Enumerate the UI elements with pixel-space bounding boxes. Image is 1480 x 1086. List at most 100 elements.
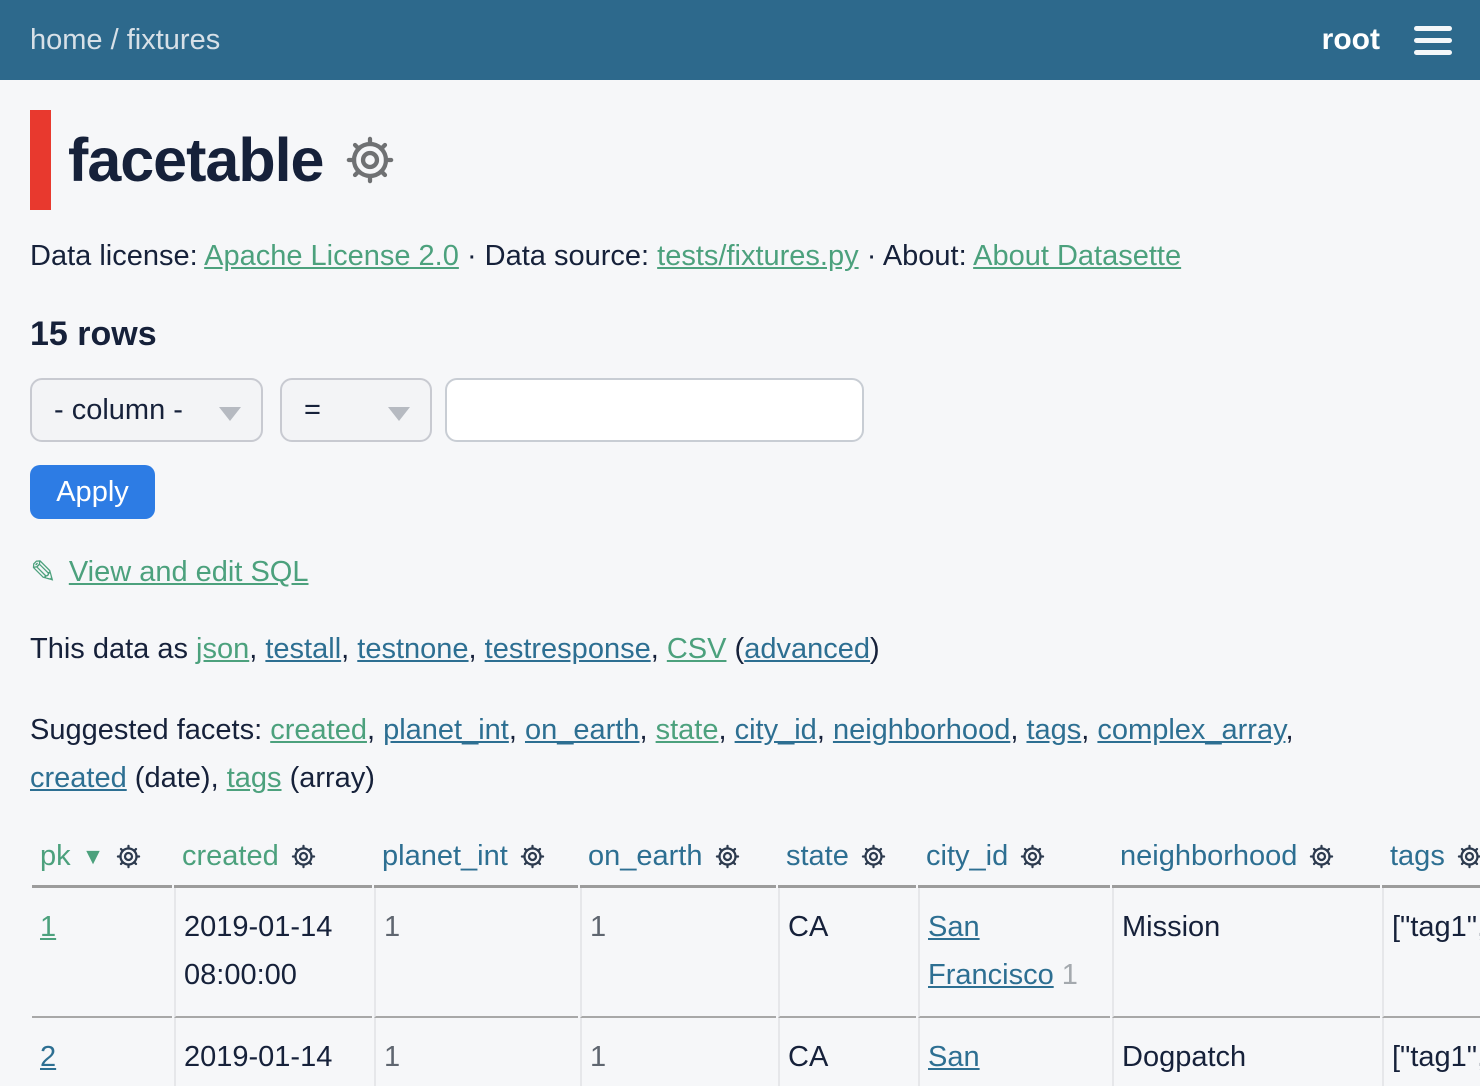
dot-separator: · — [467, 240, 477, 272]
facet-link-created-date[interactable]: created — [30, 762, 127, 794]
chevron-down-icon — [219, 407, 241, 421]
cell-tags: ["tag1", "tag3"] — [1382, 1018, 1480, 1086]
cell-value: 1 — [384, 911, 400, 943]
facet-suffix: (array) — [282, 762, 375, 794]
cell-created: 2019-01-14 08:00:00 — [174, 888, 372, 1018]
column-gear-icon[interactable] — [1456, 843, 1480, 870]
cell-pk: 2 — [32, 1018, 172, 1086]
column-gear-icon[interactable] — [714, 843, 741, 870]
export-prefix: This data as — [30, 633, 188, 665]
column-header-created-link[interactable]: created — [182, 840, 279, 873]
breadcrumb-home-link[interactable]: home — [30, 24, 103, 56]
export-link-json[interactable]: json — [196, 633, 249, 665]
row-pk-link[interactable]: 2 — [40, 1041, 56, 1073]
facet-link-tags[interactable]: tags — [1026, 714, 1081, 746]
facet-link-state[interactable]: state — [656, 714, 719, 746]
data-table-wrap: pk ▼ created planet_int — [30, 836, 1480, 1086]
column-header-tags-link[interactable]: tags — [1390, 840, 1445, 873]
cell-value: CA — [788, 911, 828, 943]
filter-column-select[interactable]: - column - — [30, 378, 263, 442]
hamburger-menu-icon[interactable] — [1414, 26, 1452, 55]
cell-state: CA — [778, 888, 916, 1018]
row-pk-link[interactable]: 1 — [40, 911, 56, 943]
export-link-testnone[interactable]: testnone — [357, 633, 468, 665]
column-header-pk-link[interactable]: pk — [40, 840, 71, 873]
view-edit-sql-link[interactable]: View and edit SQL — [69, 556, 309, 589]
cell-city-id: San Francisco 1 — [918, 1018, 1110, 1086]
comma: , — [817, 714, 833, 746]
facet-link-neighborhood[interactable]: neighborhood — [833, 714, 1010, 746]
city-link[interactable]: San Francisco — [928, 911, 1054, 991]
comma: , — [341, 633, 357, 665]
export-link-testall[interactable]: testall — [265, 633, 341, 665]
pencil-icon: ✎ — [30, 553, 57, 591]
data-table: pk ▼ created planet_int — [30, 836, 1480, 1086]
comma: , — [1010, 714, 1026, 746]
facets-prefix: Suggested facets: — [30, 714, 262, 746]
column-header-state-link[interactable]: state — [786, 840, 849, 873]
breadcrumb-separator: / — [111, 24, 127, 56]
cell-value: Mission — [1122, 911, 1220, 943]
export-links-line: This data as json, testall, testnone, te… — [30, 633, 1450, 666]
column-gear-icon[interactable] — [1019, 843, 1046, 870]
metadata-line: Data license: Apache License 2.0 · Data … — [30, 240, 1450, 273]
cell-value: Dogpatch — [1122, 1041, 1246, 1073]
column-header-planet-int-link[interactable]: planet_int — [382, 840, 508, 873]
table-settings-gear-icon[interactable] — [343, 133, 397, 187]
cell-value: ["tag1", "tag3"] — [1392, 1041, 1480, 1073]
column-header-city-id-link[interactable]: city_id — [926, 840, 1008, 873]
source-link[interactable]: tests/fixtures.py — [657, 240, 858, 272]
cell-value: 1 — [384, 1041, 400, 1073]
logged-in-user[interactable]: root — [1322, 23, 1380, 57]
column-header-created: created — [174, 836, 372, 888]
chevron-down-icon — [388, 407, 410, 421]
facet-link-on-earth[interactable]: on_earth — [525, 714, 640, 746]
filter-value-input[interactable] — [445, 378, 864, 442]
sql-line: ✎ View and edit SQL — [30, 553, 1450, 591]
export-link-testresponse[interactable]: testresponse — [485, 633, 651, 665]
column-gear-icon[interactable] — [115, 843, 142, 870]
column-gear-icon[interactable] — [290, 843, 317, 870]
table-row: 1 2019-01-14 08:00:00 1 1 CA San Francis… — [32, 888, 1480, 1018]
export-link-csv[interactable]: CSV — [667, 633, 727, 665]
column-header-on-earth-link[interactable]: on_earth — [588, 840, 703, 873]
cell-on-earth: 1 — [580, 888, 776, 1018]
column-header-neighborhood: neighborhood — [1112, 836, 1380, 888]
column-gear-icon[interactable] — [860, 843, 887, 870]
facet-link-created[interactable]: created — [270, 714, 367, 746]
apply-button[interactable]: Apply — [30, 465, 155, 519]
cell-planet-int: 1 — [374, 1018, 578, 1086]
top-nav: home / fixtures root — [0, 0, 1480, 80]
breadcrumb-fixtures-link[interactable]: fixtures — [127, 24, 220, 56]
facet-suffix: (date) — [127, 762, 211, 794]
comma: , — [639, 714, 655, 746]
red-accent-bar — [30, 110, 51, 210]
export-link-advanced[interactable]: advanced — [744, 633, 870, 665]
filter-row: - column - = — [30, 378, 1450, 442]
column-gear-icon[interactable] — [519, 843, 546, 870]
cell-value: ["tag1", "tag2"] — [1392, 911, 1480, 943]
facet-link-tags-array[interactable]: tags — [227, 762, 282, 794]
column-header-neighborhood-link[interactable]: neighborhood — [1120, 840, 1297, 873]
about-link[interactable]: About Datasette — [973, 240, 1181, 272]
column-header-state: state — [778, 836, 916, 888]
paren: ( — [735, 633, 745, 665]
comma: , — [509, 714, 525, 746]
page-title: facetable — [68, 125, 323, 195]
cell-value: CA — [788, 1041, 828, 1073]
facet-link-city-id[interactable]: city_id — [735, 714, 817, 746]
cell-neighborhood: Mission — [1112, 888, 1380, 1018]
dot-separator: · — [867, 240, 877, 272]
license-link[interactable]: Apache License 2.0 — [204, 240, 459, 272]
facet-link-complex-array[interactable]: complex_array — [1097, 714, 1285, 746]
comma: , — [651, 633, 667, 665]
comma: , — [469, 633, 485, 665]
comma: , — [367, 714, 383, 746]
column-gear-icon[interactable] — [1308, 843, 1335, 870]
filter-operator-select[interactable]: = — [280, 378, 432, 442]
facet-link-planet-int[interactable]: planet_int — [383, 714, 509, 746]
column-header-city-id: city_id — [918, 836, 1110, 888]
column-header-tags: tags — [1382, 836, 1480, 888]
cell-created: 2019-01-14 08:00:00 — [174, 1018, 372, 1086]
city-link[interactable]: San Francisco — [928, 1041, 1054, 1086]
